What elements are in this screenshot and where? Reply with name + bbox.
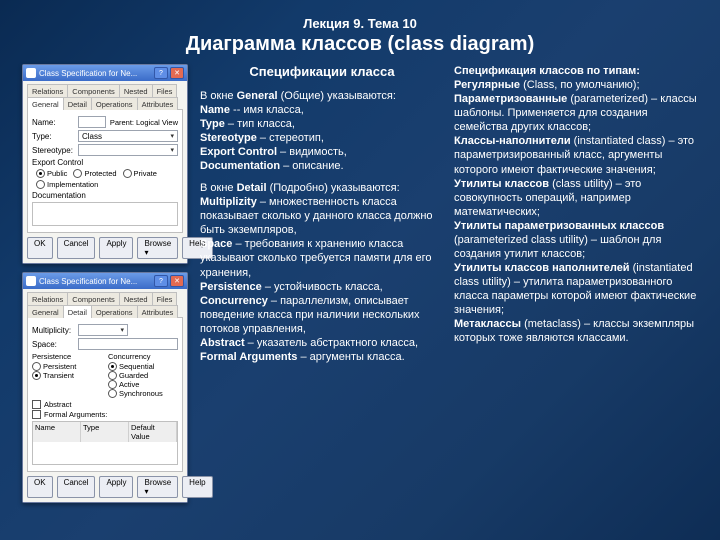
tab-detail[interactable]: Detail	[63, 305, 92, 318]
page-title: Диаграмма классов (class diagram)	[22, 33, 698, 56]
left-column: Class Specification for Ne... ? ✕ Relati…	[22, 64, 190, 503]
tab-detail[interactable]: Detail	[63, 97, 92, 110]
stereotype-label: Stereotype:	[32, 146, 78, 155]
browse-button[interactable]: Browse ▾	[137, 476, 178, 498]
col-default: Default Value	[129, 422, 177, 442]
checkbox-formal-arguments[interactable]: Formal Arguments:	[32, 410, 178, 419]
ok-button[interactable]: OK	[27, 476, 53, 498]
lecture-label: Лекция 9. Тема 10	[22, 16, 698, 31]
right-column: Спецификация классов по типам: Регулярны…	[454, 64, 698, 503]
concurrency-label: Concurrency	[108, 352, 178, 361]
cancel-button[interactable]: Cancel	[57, 476, 96, 498]
documentation-label: Documentation	[32, 191, 178, 200]
radio-transient[interactable]: Transient	[32, 371, 102, 380]
parent-value: Logical View	[136, 118, 178, 127]
name-label: Name:	[32, 118, 78, 127]
apply-button[interactable]: Apply	[99, 237, 133, 259]
tab-nested[interactable]: Nested	[119, 84, 153, 97]
section-heading: Спецификации класса	[200, 64, 444, 81]
export-control-label: Export Control	[32, 158, 178, 167]
radio-synchronous[interactable]: Synchronous	[108, 389, 178, 398]
tab-general[interactable]: General	[27, 305, 64, 318]
export-control-group: Public Protected Private Implementation	[36, 169, 178, 189]
close-button[interactable]: ✕	[170, 67, 184, 79]
tab-attributes[interactable]: Attributes	[137, 97, 179, 110]
tab-nested[interactable]: Nested	[119, 292, 153, 305]
detail-paragraph: В окне Detail (Подробно) указываются: Mu…	[200, 181, 444, 364]
types-paragraph: Спецификация классов по типам: Регулярны…	[454, 64, 698, 346]
col-type: Type	[81, 422, 129, 442]
type-label: Type:	[32, 132, 78, 141]
tab-operations[interactable]: Operations	[91, 97, 138, 110]
button-row: OK Cancel Apply Browse ▾ Help	[27, 237, 183, 259]
help-button[interactable]: ?	[154, 275, 168, 287]
stereotype-select[interactable]: ▾	[78, 144, 178, 156]
help-button[interactable]: ?	[154, 67, 168, 79]
chevron-down-icon: ▾	[170, 146, 174, 154]
chevron-down-icon: ▾	[120, 326, 124, 334]
space-field[interactable]	[78, 338, 178, 350]
tab-operations[interactable]: Operations	[91, 305, 138, 318]
type-select[interactable]: Class▾	[78, 130, 178, 142]
apply-button[interactable]: Apply	[99, 476, 133, 498]
multiplicity-label: Multiplicity:	[32, 326, 78, 335]
space-label: Space:	[32, 340, 78, 349]
tab-general[interactable]: General	[27, 97, 64, 110]
radio-sequential[interactable]: Sequential	[108, 362, 178, 371]
dialog-body: Relations Components Nested Files Genera…	[23, 289, 187, 502]
cancel-button[interactable]: Cancel	[57, 237, 96, 259]
parent-label: Parent:	[110, 118, 134, 127]
middle-column: Спецификации класса В окне General (Общи…	[200, 64, 444, 503]
button-row: OK Cancel Apply Browse ▾ Help	[27, 476, 183, 498]
documentation-textarea[interactable]	[32, 202, 178, 226]
window-title: Class Specification for Ne...	[39, 69, 154, 78]
window-title: Class Specification for Ne...	[39, 277, 154, 286]
slide: Лекция 9. Тема 10 Диаграмма классов (cla…	[0, 0, 720, 540]
tab-files[interactable]: Files	[152, 84, 178, 97]
radio-active[interactable]: Active	[108, 380, 178, 389]
close-button[interactable]: ✕	[170, 275, 184, 287]
persistence-label: Persistence	[32, 352, 102, 361]
tab-content: Name: Parent: Logical View Type: Class▾ …	[27, 109, 183, 233]
tab-relations[interactable]: Relations	[27, 84, 68, 97]
tab-content: Multiplicity: ▾ Space: Persistence Persi…	[27, 317, 183, 472]
app-icon	[26, 276, 36, 286]
radio-guarded[interactable]: Guarded	[108, 371, 178, 380]
radio-private[interactable]: Private	[123, 169, 157, 178]
checkbox-abstract[interactable]: Abstract	[32, 400, 178, 409]
name-field[interactable]	[78, 116, 106, 128]
multiplicity-select[interactable]: ▾	[78, 324, 128, 336]
tab-attributes[interactable]: Attributes	[137, 305, 179, 318]
radio-protected[interactable]: Protected	[73, 169, 116, 178]
general-paragraph: В окне General (Общие) указываются: Name…	[200, 89, 444, 173]
radio-persistent[interactable]: Persistent	[32, 362, 102, 371]
titlebar: Class Specification for Ne... ? ✕	[23, 65, 187, 81]
tab-components[interactable]: Components	[67, 84, 120, 97]
chevron-down-icon: ▾	[170, 132, 174, 140]
col-name: Name	[33, 422, 81, 442]
dialog-detail: Class Specification for Ne... ? ✕ Relati…	[22, 272, 188, 503]
tab-files[interactable]: Files	[152, 292, 178, 305]
formal-arguments-table[interactable]: Name Type Default Value	[32, 421, 178, 465]
radio-implementation[interactable]: Implementation	[36, 180, 98, 189]
dialog-body: Relations Components Nested Files Genera…	[23, 81, 187, 263]
browse-button[interactable]: Browse ▾	[137, 237, 178, 259]
radio-public[interactable]: Public	[36, 169, 67, 178]
titlebar: Class Specification for Ne... ? ✕	[23, 273, 187, 289]
tab-relations[interactable]: Relations	[27, 292, 68, 305]
dialog-general: Class Specification for Ne... ? ✕ Relati…	[22, 64, 188, 264]
tab-components[interactable]: Components	[67, 292, 120, 305]
ok-button[interactable]: OK	[27, 237, 53, 259]
columns: Class Specification for Ne... ? ✕ Relati…	[22, 64, 698, 503]
app-icon	[26, 68, 36, 78]
